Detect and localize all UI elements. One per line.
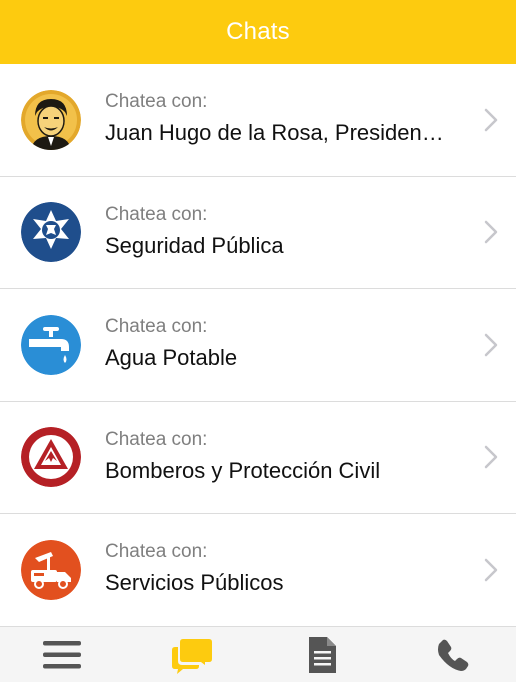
- chat-row-text: Chatea con: Servicios Públicos: [105, 540, 446, 597]
- chat-row-text: Chatea con: Agua Potable: [105, 315, 446, 372]
- chat-row-servicios-publicos[interactable]: Chatea con: Servicios Públicos: [0, 514, 516, 627]
- chevron-right-icon: [484, 446, 498, 469]
- chat-row-text: Chatea con: Seguridad Pública: [105, 203, 446, 260]
- chat-contact-name: Agua Potable: [105, 345, 238, 370]
- chevron-right-icon: [484, 221, 498, 244]
- chat-row-text: Chatea con: Bomberos y Protección Civil: [105, 428, 446, 485]
- chat-caption: Chatea con:: [105, 428, 208, 450]
- menu-icon: [43, 641, 81, 669]
- portrait-icon: [21, 89, 81, 150]
- chat-contact-name: Seguridad Pública: [105, 232, 284, 258]
- phone-icon: [438, 639, 469, 671]
- chat-caption: Chatea con:: [105, 316, 208, 337]
- chat-row-presidente[interactable]: Chatea con: Juan Hugo de la Rosa, Presid…: [0, 64, 516, 177]
- chat-row-bomberos[interactable]: Chatea con: Bomberos y Protección Civil: [0, 401, 516, 514]
- water-faucet-icon: [21, 314, 81, 375]
- tab-chats[interactable]: [152, 627, 232, 682]
- chevron-right-icon: [484, 558, 498, 581]
- document-icon: [309, 637, 336, 673]
- header-bar: Chats: [0, 0, 516, 64]
- chat-row-text: Chatea con: Juan Hugo de la Rosa, Presid…: [105, 90, 446, 147]
- chat-contact-name: Juan Hugo de la Rosa, Presidente Municip…: [105, 120, 446, 145]
- police-star-icon: [21, 202, 81, 263]
- tab-documents[interactable]: [282, 627, 362, 682]
- bottom-tab-bar: [0, 626, 516, 682]
- chat-list: Chatea con: Juan Hugo de la Rosa, Presid…: [0, 64, 516, 627]
- chat-caption: Chatea con:: [105, 91, 208, 112]
- service-truck-icon: [21, 539, 81, 600]
- chevron-right-icon: [484, 333, 498, 356]
- chat-caption: Chatea con:: [105, 203, 208, 225]
- chat-bubbles-icon: [172, 639, 212, 674]
- tab-phone[interactable]: [413, 627, 493, 682]
- chat-contact-name: Servicios Públicos: [105, 570, 284, 595]
- chat-row-seguridad-publica[interactable]: Chatea con: Seguridad Pública: [0, 176, 516, 289]
- chat-row-agua-potable[interactable]: Chatea con: Agua Potable: [0, 289, 516, 402]
- tab-menu[interactable]: [22, 627, 102, 682]
- chat-caption: Chatea con:: [105, 541, 208, 562]
- firefighter-icon: [21, 427, 81, 488]
- page-title: Chats: [226, 18, 290, 45]
- chat-contact-name: Bomberos y Protección Civil: [105, 457, 381, 483]
- chevron-right-icon: [484, 108, 498, 131]
